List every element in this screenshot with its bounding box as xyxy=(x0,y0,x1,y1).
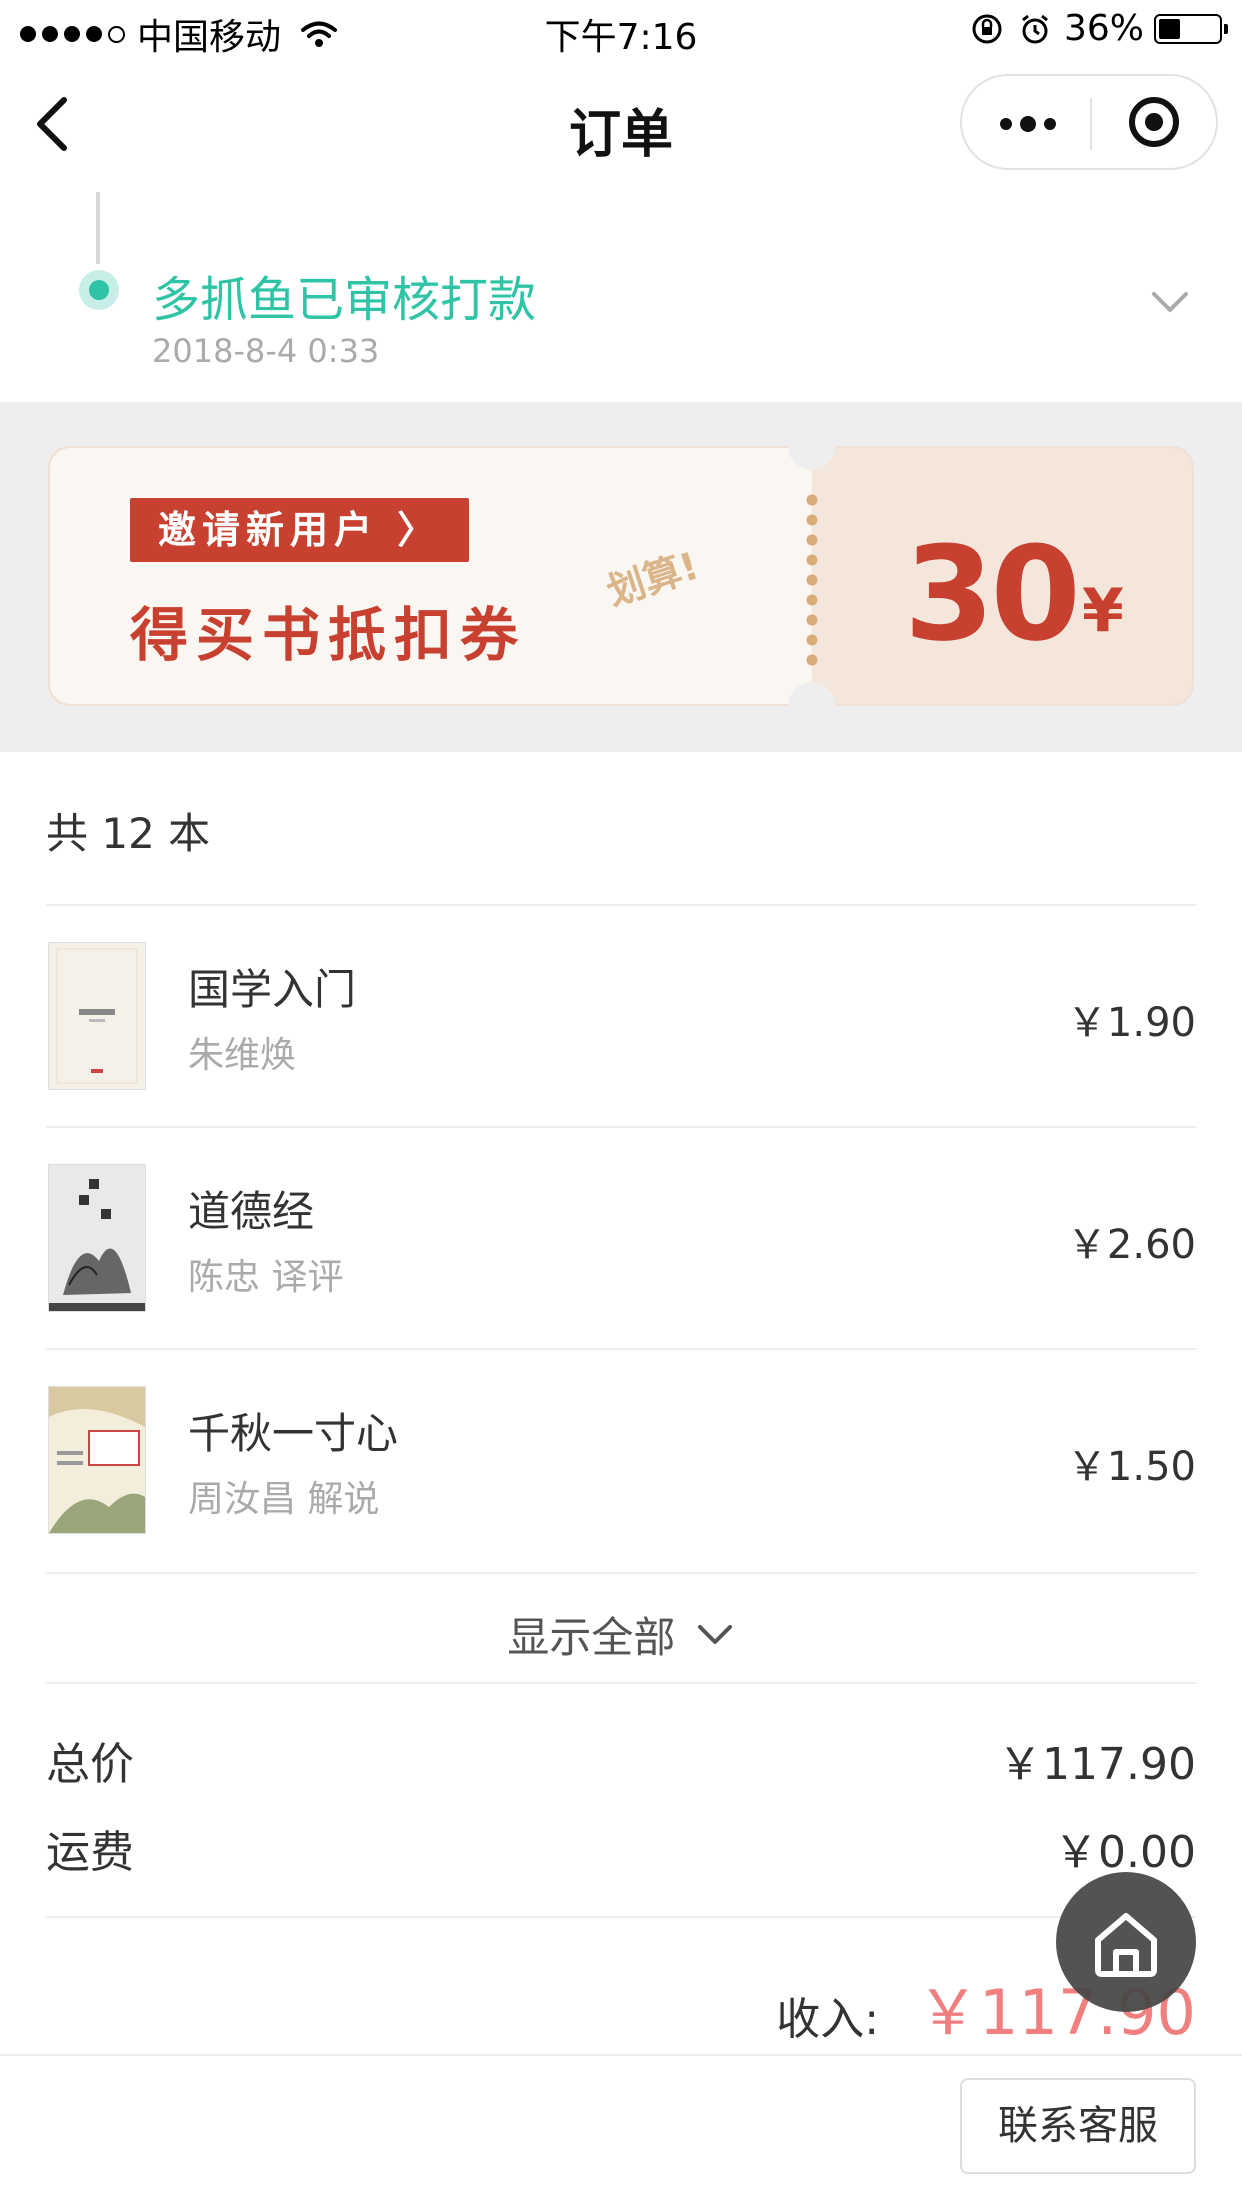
book-cover-image xyxy=(48,1386,146,1534)
timeline-line xyxy=(96,192,100,264)
coupon-main-text: 得买书抵扣券 xyxy=(130,601,527,669)
book-cover-image xyxy=(48,942,146,1090)
navigation-bar: 订单 xyxy=(0,62,1242,186)
status-right: 36% xyxy=(970,8,1228,49)
book-title: 道德经 xyxy=(188,1187,315,1236)
coupon-notch-bottom xyxy=(788,682,836,730)
coupon-amount: 30 xyxy=(904,518,1081,670)
battery-level xyxy=(1159,18,1180,39)
mini-program-capsule xyxy=(960,74,1218,170)
book-price: ￥1.90 xyxy=(1066,1000,1196,1046)
chevron-down-icon[interactable] xyxy=(1150,290,1190,314)
book-author: 朱维焕 xyxy=(188,1035,297,1076)
coupon-currency: ¥ xyxy=(1082,576,1124,646)
shipping-label: 运费 xyxy=(46,1827,134,1878)
divider xyxy=(46,1572,1196,1574)
contact-support-button[interactable]: 联系客服 xyxy=(960,2078,1196,2174)
show-all-button[interactable]: 显示全部 xyxy=(0,1604,1242,1664)
book-title: 国学入门 xyxy=(188,965,357,1014)
chevron-down-icon xyxy=(697,1624,732,1644)
home-floating-button[interactable] xyxy=(1056,1872,1196,2012)
status-bar: 中国移动 下午7:16 36% xyxy=(0,0,1242,62)
book-count: 共 12 本 xyxy=(46,809,211,858)
book-title: 千秋一寸心 xyxy=(188,1409,399,1458)
close-program-icon[interactable] xyxy=(1126,94,1182,150)
book-price: ￥2.60 xyxy=(1066,1222,1196,1268)
coupon-notch-top xyxy=(788,422,836,470)
alarm-icon xyxy=(1022,14,1048,43)
book-cover-image xyxy=(48,1164,146,1312)
book-list-item[interactable]: 千秋一寸心 周汝昌 解说 ￥1.50 xyxy=(0,1350,1242,1572)
bottom-action-bar: 联系客服 xyxy=(0,2054,1242,2210)
book-author: 陈忠 译评 xyxy=(188,1257,344,1298)
timeline-status: 多抓鱼已审核打款 xyxy=(152,272,537,328)
coupon-left-panel: 邀请新用户 〉 得买书抵扣券 划算! xyxy=(48,446,812,706)
book-list-item[interactable]: 道德经 陈忠 译评 ￥2.60 xyxy=(0,1128,1242,1350)
show-all-label: 显示全部 xyxy=(507,1613,676,1662)
invite-tag: 邀请新用户 〉 xyxy=(130,498,470,562)
orientation-lock-icon xyxy=(972,14,1002,43)
total-label: 总价 xyxy=(46,1739,134,1790)
more-options-icon[interactable] xyxy=(998,114,1058,134)
invite-coupon-banner[interactable]: 邀请新用户 〉 得买书抵扣券 划算! 30 ¥ xyxy=(48,422,1194,730)
book-author: 周汝昌 解说 xyxy=(188,1479,380,1520)
order-status-timeline[interactable]: 多抓鱼已审核打款 2018-8-4 0:33 xyxy=(0,186,1242,402)
coupon-deco-text: 划算! xyxy=(601,543,704,615)
battery-percent: 36% xyxy=(1063,8,1144,49)
divider xyxy=(46,1682,1196,1684)
book-list-item[interactable]: 国学入门 朱维焕 ￥1.90 xyxy=(0,906,1242,1128)
coupon-right-panel: 30 ¥ xyxy=(812,446,1194,706)
timeline-dot-icon xyxy=(79,270,119,310)
shipping-value: ￥0.00 xyxy=(1054,1827,1196,1878)
total-value: ￥117.90 xyxy=(998,1739,1196,1790)
battery-icon xyxy=(1154,13,1228,44)
timeline-time: 2018-8-4 0:33 xyxy=(152,332,380,370)
home-icon xyxy=(1095,1913,1157,1977)
income-label: 收入: xyxy=(776,1994,880,2045)
coupon-perforation xyxy=(806,490,818,666)
book-price: ￥1.50 xyxy=(1066,1444,1196,1490)
capsule-divider xyxy=(1090,98,1092,150)
coupon-banner-area: 邀请新用户 〉 得买书抵扣券 划算! 30 ¥ xyxy=(0,402,1242,752)
divider xyxy=(46,1916,1196,1918)
